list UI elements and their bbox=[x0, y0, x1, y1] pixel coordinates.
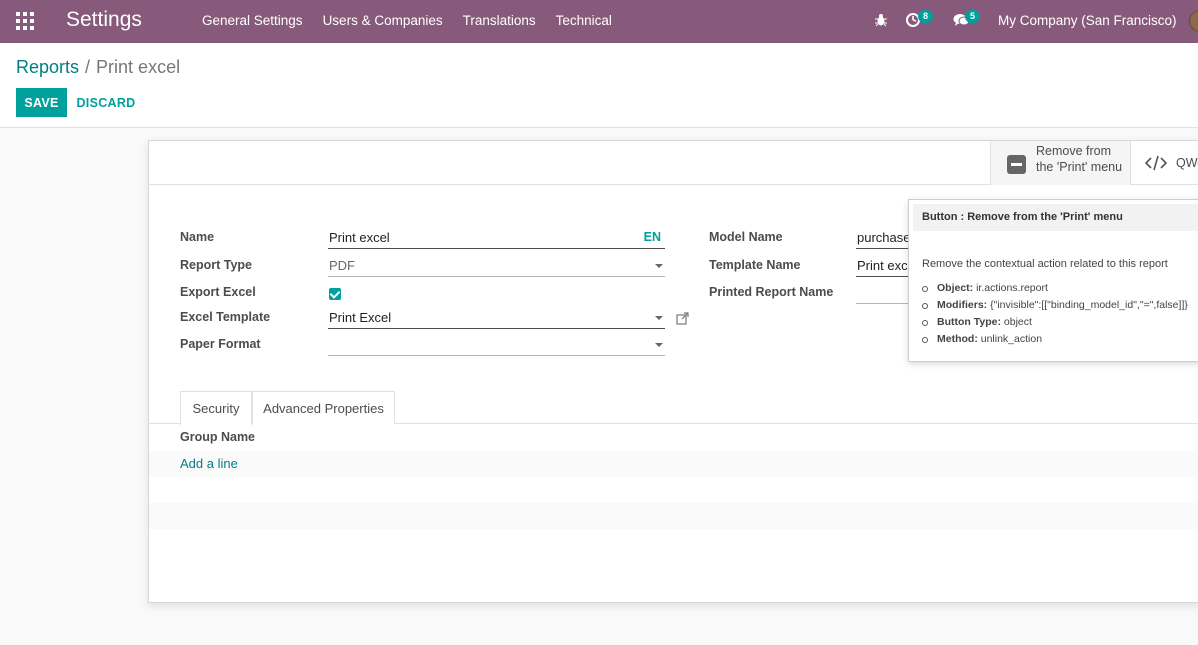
breadcrumb-reports-link[interactable]: Reports bbox=[16, 57, 79, 77]
list-item: Modifiers: {"invisible":[["binding_model… bbox=[922, 299, 1188, 316]
breadcrumb-separator: / bbox=[85, 57, 91, 77]
excel-template-select[interactable]: Print Excel bbox=[328, 307, 665, 329]
group-name-column-header[interactable]: Group Name bbox=[180, 430, 255, 444]
breadcrumb: Reports / Print excel bbox=[16, 57, 180, 78]
menu-users-companies[interactable]: Users & Companies bbox=[323, 13, 443, 28]
report-type-value: PDF bbox=[329, 258, 355, 273]
activity-count-badge: 8 bbox=[918, 10, 934, 23]
list-item: Method: unlink_action bbox=[922, 333, 1188, 350]
list-item: Button Type: object bbox=[922, 316, 1188, 333]
chevron-down-icon bbox=[655, 343, 663, 347]
main-menu: General Settings Users & Companies Trans… bbox=[202, 13, 632, 28]
user-avatar[interactable] bbox=[1189, 10, 1198, 32]
printed-report-name-field[interactable] bbox=[856, 282, 916, 304]
tooltip-description: Remove the contextual action related to … bbox=[922, 258, 1168, 270]
model-name-label: Model Name bbox=[709, 230, 783, 244]
message-count-badge: 5 bbox=[965, 10, 981, 23]
excel-template-label: Excel Template bbox=[180, 310, 271, 324]
model-name-field[interactable]: purchase.order bbox=[856, 227, 916, 249]
template-name-field[interactable]: Print excel bbox=[856, 255, 916, 277]
external-link-icon[interactable] bbox=[676, 312, 689, 325]
notebook-tabs: Security Advanced Properties bbox=[149, 391, 1198, 425]
report-type-select[interactable]: PDF bbox=[328, 255, 665, 277]
code-icon bbox=[1145, 155, 1167, 171]
name-label: Name bbox=[180, 230, 215, 244]
apps-menu-icon[interactable] bbox=[16, 12, 34, 30]
paper-format-select[interactable] bbox=[328, 334, 665, 356]
discard-button[interactable]: DISCARD bbox=[74, 88, 138, 117]
chevron-down-icon bbox=[655, 316, 663, 320]
menu-translations[interactable]: Translations bbox=[463, 13, 536, 28]
debug-bug-icon[interactable] bbox=[875, 13, 887, 27]
top-navbar: Settings General Settings Users & Compan… bbox=[0, 0, 1198, 43]
add-line-link[interactable]: Add a line bbox=[180, 456, 238, 471]
list-item: Object: ir.actions.report bbox=[922, 282, 1188, 299]
menu-general-settings[interactable]: General Settings bbox=[202, 13, 303, 28]
control-panel: Reports / Print excel SAVE DISCARD bbox=[0, 43, 1198, 128]
minus-square-icon bbox=[1007, 155, 1026, 174]
app-title[interactable]: Settings bbox=[66, 8, 142, 32]
breadcrumb-current: Print excel bbox=[96, 57, 181, 77]
export-excel-checkbox[interactable] bbox=[329, 288, 341, 300]
tab-security[interactable]: Security bbox=[180, 391, 252, 425]
company-switcher[interactable]: My Company (San Francisco) bbox=[998, 13, 1177, 28]
translate-language-button[interactable]: EN bbox=[644, 230, 661, 244]
tooltip-details: Object: ir.actions.report Modifiers: {"i… bbox=[922, 282, 1188, 350]
chevron-down-icon bbox=[655, 264, 663, 268]
paper-format-label: Paper Format bbox=[180, 337, 261, 351]
name-field[interactable]: Print excel EN bbox=[328, 227, 665, 249]
button-box: Remove from the 'Print' menu QWeb bbox=[149, 141, 1198, 185]
report-type-label: Report Type bbox=[180, 258, 252, 272]
debug-tooltip: Button : Remove from the 'Print' menu Re… bbox=[908, 199, 1198, 362]
save-button[interactable]: SAVE bbox=[16, 88, 67, 117]
tooltip-title: Button : Remove from the 'Print' menu bbox=[913, 204, 1198, 231]
name-value: Print excel bbox=[329, 230, 390, 245]
qweb-button-label: QWeb bbox=[1176, 156, 1198, 170]
remove-from-print-menu-button[interactable]: Remove from the 'Print' menu bbox=[990, 141, 1130, 185]
export-excel-label: Export Excel bbox=[180, 285, 256, 299]
menu-technical[interactable]: Technical bbox=[556, 13, 612, 28]
excel-template-value: Print Excel bbox=[329, 310, 392, 325]
tab-advanced-properties[interactable]: Advanced Properties bbox=[252, 391, 395, 424]
remove-button-label: Remove from the 'Print' menu bbox=[1036, 144, 1123, 174]
qweb-views-button[interactable]: QWeb bbox=[1130, 141, 1198, 185]
table-row bbox=[149, 503, 1198, 529]
printed-report-name-label: Printed Report Name bbox=[709, 285, 834, 299]
template-name-label: Template Name bbox=[709, 258, 801, 272]
table-row bbox=[149, 451, 1198, 477]
